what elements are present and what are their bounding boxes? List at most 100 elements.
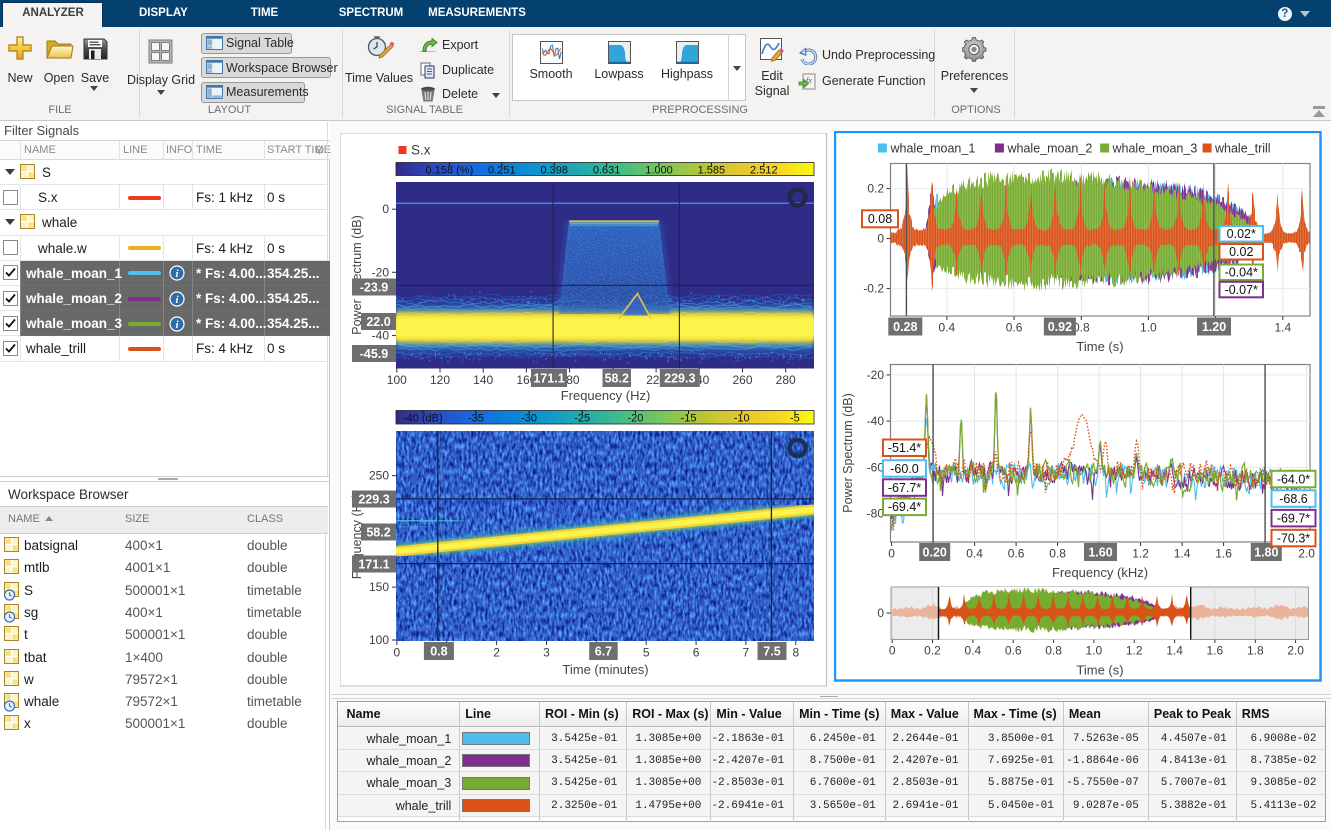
- svg-text:-64.0*: -64.0*: [1277, 472, 1310, 486]
- svg-text:0.251: 0.251: [488, 165, 516, 177]
- svg-text:1.4: 1.4: [1274, 321, 1291, 335]
- svg-text:-69.4*: -69.4*: [888, 500, 921, 514]
- svg-text:6.7: 6.7: [595, 644, 612, 658]
- svg-text:280: 280: [776, 373, 796, 387]
- svg-text:1.0: 1.0: [1140, 321, 1157, 335]
- svg-text:7.5: 7.5: [763, 644, 780, 658]
- svg-text:0.20: 0.20: [923, 545, 947, 559]
- svg-text:Frequency (Hz): Frequency (Hz): [561, 388, 651, 403]
- svg-text:Power Spectrum (dB): Power Spectrum (dB): [841, 393, 855, 512]
- svg-text:-30: -30: [521, 413, 537, 425]
- svg-text:0.08: 0.08: [868, 212, 892, 226]
- svg-text:0.8: 0.8: [430, 644, 447, 658]
- svg-text:2.0: 2.0: [1298, 547, 1315, 561]
- svg-text:whale_trill: whale_trill: [1214, 142, 1271, 156]
- svg-text:0: 0: [877, 606, 884, 620]
- svg-text:7: 7: [743, 646, 750, 660]
- svg-text:0.02: 0.02: [1229, 245, 1253, 259]
- svg-text:100: 100: [369, 633, 389, 647]
- svg-text:140: 140: [473, 373, 493, 387]
- svg-text:229.3: 229.3: [664, 371, 695, 385]
- svg-text:100: 100: [387, 373, 407, 387]
- svg-text:whale_moan_1: whale_moan_1: [890, 142, 976, 156]
- svg-text:0.2: 0.2: [924, 644, 941, 658]
- svg-text:-10: -10: [734, 413, 750, 425]
- svg-text:-20: -20: [372, 265, 390, 279]
- svg-text:Frequency (kHz): Frequency (kHz): [1052, 565, 1148, 580]
- svg-text:0.6: 0.6: [1005, 644, 1022, 658]
- svg-text:0.4: 0.4: [966, 547, 983, 561]
- svg-text:0: 0: [889, 644, 896, 658]
- svg-text:1.585: 1.585: [698, 165, 726, 177]
- svg-text:-60.0: -60.0: [890, 462, 919, 476]
- svg-text:171.1: 171.1: [358, 557, 389, 571]
- svg-text:-40: -40: [372, 328, 390, 342]
- svg-text:1.0: 1.0: [1086, 644, 1103, 658]
- svg-text:0.631: 0.631: [593, 165, 621, 177]
- svg-text:2.512: 2.512: [750, 165, 778, 177]
- svg-text:-23.9: -23.9: [360, 280, 389, 294]
- svg-text:0.158 (%): 0.158 (%): [426, 165, 474, 177]
- svg-text:-67.7*: -67.7*: [888, 481, 921, 495]
- svg-text:120: 120: [430, 373, 450, 387]
- svg-text:1.8: 1.8: [1247, 644, 1264, 658]
- svg-text:22.0: 22.0: [366, 315, 390, 329]
- svg-text:-15: -15: [681, 413, 697, 425]
- svg-text:58.2: 58.2: [366, 525, 390, 539]
- svg-text:6: 6: [693, 646, 700, 660]
- svg-text:-35: -35: [468, 413, 484, 425]
- svg-text:1.2: 1.2: [1132, 547, 1149, 561]
- svg-text:1.000: 1.000: [645, 165, 673, 177]
- svg-text:-69.7*: -69.7*: [1277, 511, 1310, 525]
- svg-text:1.20: 1.20: [1202, 320, 1226, 334]
- svg-text:-68.6: -68.6: [1279, 492, 1308, 506]
- svg-text:0.92: 0.92: [1048, 320, 1072, 334]
- svg-text:0: 0: [888, 547, 895, 561]
- svg-text:1.80: 1.80: [1254, 545, 1278, 559]
- svg-text:0.6: 0.6: [1006, 321, 1023, 335]
- svg-text:Time (s): Time (s): [1076, 339, 1123, 354]
- svg-text:-45.9: -45.9: [360, 347, 389, 361]
- svg-text:1.6: 1.6: [1215, 547, 1232, 561]
- svg-text:-20: -20: [627, 413, 643, 425]
- svg-text:-70.3*: -70.3*: [1277, 531, 1310, 545]
- svg-text:-5: -5: [790, 413, 800, 425]
- svg-text:whale_moan_2: whale_moan_2: [1007, 142, 1093, 156]
- svg-text:0.4: 0.4: [939, 321, 956, 335]
- svg-text:58.2: 58.2: [605, 371, 629, 385]
- svg-text:0.2: 0.2: [867, 182, 884, 196]
- svg-text:-80: -80: [867, 507, 885, 521]
- svg-text:260: 260: [732, 373, 752, 387]
- svg-text:0.8: 0.8: [1049, 547, 1066, 561]
- svg-text:5: 5: [643, 646, 650, 660]
- svg-text:-60: -60: [867, 460, 885, 474]
- svg-text:Time (s): Time (s): [1076, 663, 1123, 678]
- svg-text:0.28: 0.28: [893, 320, 917, 334]
- svg-text:-40 (dB): -40 (dB): [403, 413, 443, 425]
- svg-text:0: 0: [382, 202, 389, 216]
- svg-text:0.4: 0.4: [965, 644, 982, 658]
- svg-text:0.02*: 0.02*: [1227, 227, 1256, 241]
- svg-text:229.3: 229.3: [358, 492, 389, 506]
- svg-text:250: 250: [369, 469, 389, 483]
- svg-text:-40: -40: [867, 414, 885, 428]
- svg-text:-51.4*: -51.4*: [888, 441, 921, 455]
- svg-text:2.0: 2.0: [1287, 644, 1304, 658]
- svg-text:150: 150: [369, 580, 389, 594]
- svg-text:1.2: 1.2: [1126, 644, 1143, 658]
- svg-text:1.6: 1.6: [1207, 644, 1224, 658]
- svg-text:171.1: 171.1: [533, 371, 564, 385]
- svg-text:-0.04*: -0.04*: [1225, 266, 1258, 280]
- svg-text:-0.2: -0.2: [863, 282, 884, 296]
- svg-text:1.4: 1.4: [1174, 547, 1191, 561]
- svg-text:0.398: 0.398: [540, 165, 568, 177]
- svg-text:8: 8: [792, 646, 799, 660]
- svg-text:3: 3: [543, 646, 550, 660]
- svg-text:2: 2: [493, 646, 500, 660]
- svg-text:-20: -20: [867, 368, 885, 382]
- svg-text:0.6: 0.6: [1008, 547, 1025, 561]
- svg-text:Time (minutes): Time (minutes): [562, 662, 648, 677]
- svg-text:1.4: 1.4: [1166, 644, 1183, 658]
- svg-text:1.60: 1.60: [1088, 545, 1112, 559]
- svg-text:whale_moan_3: whale_moan_3: [1112, 142, 1198, 156]
